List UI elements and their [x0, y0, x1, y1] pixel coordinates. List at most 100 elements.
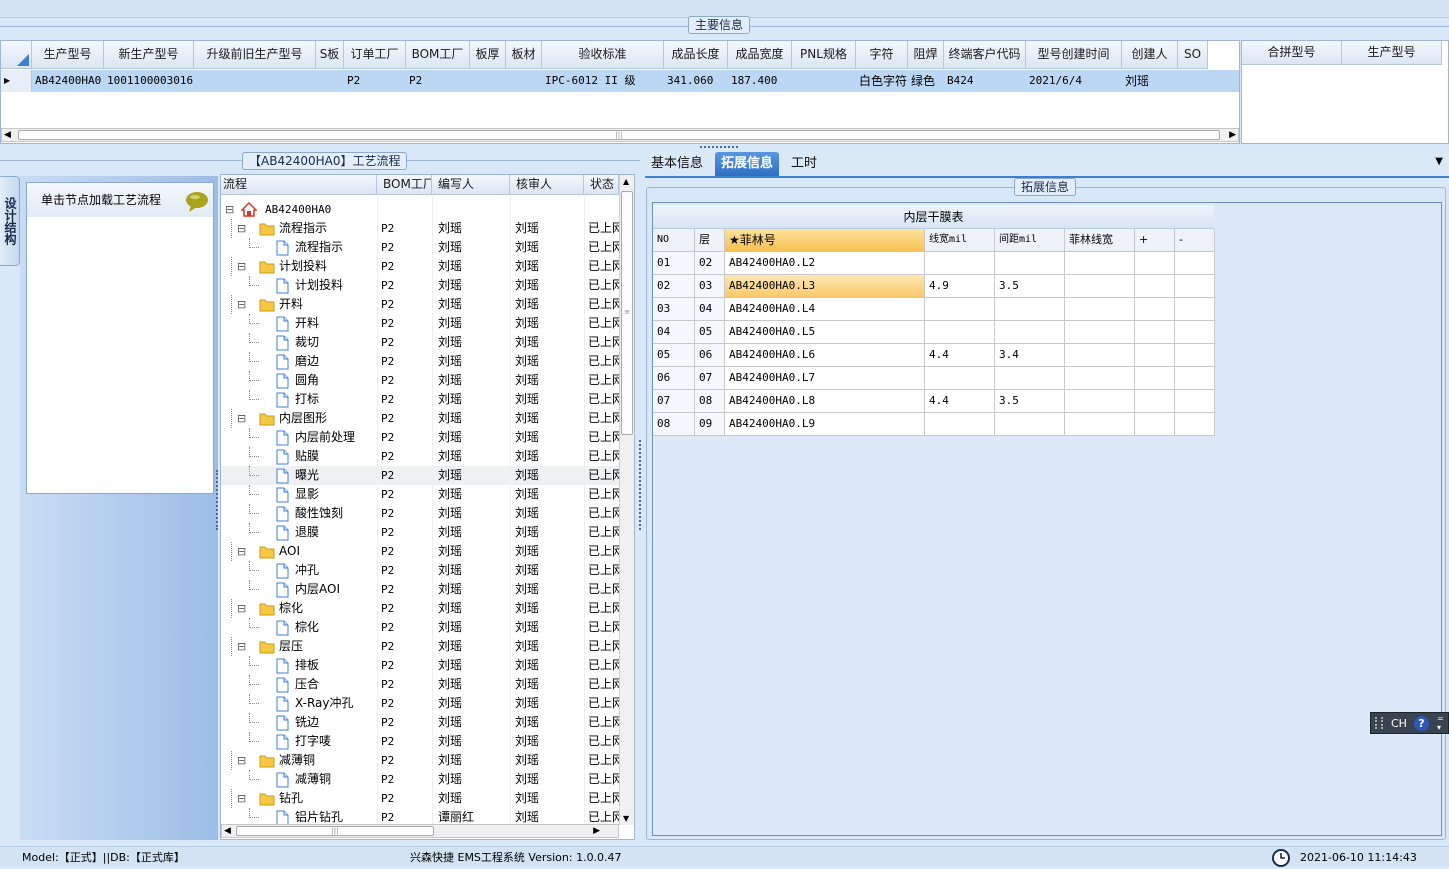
- design-structure-tab[interactable]: 设计结构: [0, 176, 20, 266]
- expand-toggle-icon[interactable]: ⊟: [237, 789, 246, 808]
- expand-toggle-icon[interactable]: ⊟: [237, 219, 246, 238]
- ext-cell[interactable]: [995, 367, 1065, 390]
- ime-bar[interactable]: CH ? = ▾: [1370, 712, 1449, 734]
- ext-cell[interactable]: 03: [653, 298, 695, 321]
- tree-row[interactable]: 内层AOIP2刘瑶刘瑶已上网: [221, 580, 619, 599]
- main-col-header[interactable]: 板厚: [470, 41, 506, 69]
- tree-node-label[interactable]: 退膜: [295, 523, 377, 542]
- tree-node-label[interactable]: 钻孔: [279, 789, 377, 808]
- main-cell[interactable]: P2: [409, 71, 469, 91]
- tree-row[interactable]: 裁切P2刘瑶刘瑶已上网: [221, 333, 619, 352]
- tab-work-hours[interactable]: 工时: [785, 152, 823, 176]
- tree-row[interactable]: 酸性蚀刻P2刘瑶刘瑶已上网: [221, 504, 619, 523]
- ext-cell[interactable]: [1065, 275, 1135, 298]
- ext-cell[interactable]: 4.4: [925, 390, 995, 413]
- tree-row[interactable]: X-Ray冲孔P2刘瑶刘瑶已上网: [221, 694, 619, 713]
- main-cell[interactable]: P2: [347, 71, 405, 91]
- tab-extended-info[interactable]: 拓展信息: [715, 152, 780, 176]
- ext-cell[interactable]: [1065, 298, 1135, 321]
- expand-toggle-icon[interactable]: ⊟: [237, 409, 246, 428]
- ext-col-header[interactable]: +: [1135, 229, 1175, 252]
- main-cell[interactable]: 187.400: [731, 71, 791, 91]
- expand-toggle-icon[interactable]: ⊟: [237, 637, 246, 656]
- tree-node-label[interactable]: 圆角: [295, 371, 377, 390]
- tree-row[interactable]: 打字唛P2刘瑶刘瑶已上网: [221, 732, 619, 751]
- ext-cell[interactable]: [925, 367, 995, 390]
- ext-cell[interactable]: 06: [695, 344, 725, 367]
- main-cell[interactable]: 10011000030160: [107, 71, 193, 91]
- expand-toggle-icon[interactable]: ⊟: [237, 295, 246, 314]
- main-col-header[interactable]: 终端客户代码: [944, 41, 1026, 69]
- tree-node-label[interactable]: X-Ray冲孔: [295, 694, 377, 713]
- ext-col-header[interactable]: 菲林线宽: [1065, 229, 1135, 252]
- side-col-production-model[interactable]: 生产型号: [1342, 41, 1442, 65]
- ext-col-header[interactable]: NO: [653, 229, 695, 252]
- ext-cell[interactable]: [1065, 321, 1135, 344]
- tree-col-header[interactable]: 状态: [584, 175, 619, 195]
- tree-hscroll-thumb[interactable]: |||: [236, 826, 434, 836]
- ext-cell[interactable]: 04: [695, 298, 725, 321]
- main-cell[interactable]: [473, 71, 505, 91]
- tree-row[interactable]: 棕化P2刘瑶刘瑶已上网: [221, 618, 619, 637]
- main-cell[interactable]: AB42400HA0: [35, 71, 103, 91]
- ext-cell[interactable]: AB42400HA0.L2: [725, 252, 925, 275]
- ext-cell[interactable]: [1065, 367, 1135, 390]
- ext-cell[interactable]: [995, 321, 1065, 344]
- tree-row[interactable]: ⊟AOIP2刘瑶刘瑶已上网: [221, 542, 619, 561]
- ext-cell[interactable]: [1175, 344, 1215, 367]
- tree-vscroll-thumb[interactable]: ≡: [621, 191, 633, 435]
- tree-node-label[interactable]: 打字唛: [295, 732, 377, 751]
- ext-cell[interactable]: [1065, 413, 1135, 436]
- ext-cell[interactable]: 3.4: [995, 344, 1065, 367]
- ext-cell[interactable]: [1065, 252, 1135, 275]
- ext-cell[interactable]: [1175, 298, 1215, 321]
- ext-col-header[interactable]: -: [1175, 229, 1215, 252]
- tree-node-label[interactable]: 贴膜: [295, 447, 377, 466]
- tree-row[interactable]: 排板P2刘瑶刘瑶已上网: [221, 656, 619, 675]
- tree-node-label[interactable]: 冲孔: [295, 561, 377, 580]
- ext-cell[interactable]: [925, 298, 995, 321]
- tree-row[interactable]: ⊟减薄铜P2刘瑶刘瑶已上网: [221, 751, 619, 770]
- main-cell[interactable]: [509, 71, 541, 91]
- ext-cell[interactable]: AB42400HA0.L9: [725, 413, 925, 436]
- ext-cell[interactable]: [1135, 321, 1175, 344]
- ime-language-label[interactable]: CH: [1391, 713, 1407, 735]
- ext-cell[interactable]: 08: [653, 413, 695, 436]
- scroll-left-arrow-icon[interactable]: ◀: [224, 825, 231, 837]
- ext-cell[interactable]: [1175, 321, 1215, 344]
- tree-node-label[interactable]: 酸性蚀刻: [295, 504, 377, 523]
- tree-row[interactable]: 内层前处理P2刘瑶刘瑶已上网: [221, 428, 619, 447]
- tree-node-label[interactable]: 显影: [295, 485, 377, 504]
- tree-node-label[interactable]: 铣边: [295, 713, 377, 732]
- ext-cell[interactable]: [995, 413, 1065, 436]
- main-cell[interactable]: 绿色: [911, 71, 943, 91]
- tree-hscroll[interactable]: ◀ ||| ▶: [221, 824, 619, 838]
- ext-cell[interactable]: [1135, 252, 1175, 275]
- tree-node-label[interactable]: 棕化: [279, 599, 377, 618]
- expand-toggle-icon[interactable]: ⊟: [225, 200, 234, 219]
- ext-cell[interactable]: [1065, 344, 1135, 367]
- tree-row[interactable]: 开料P2刘瑶刘瑶已上网: [221, 314, 619, 333]
- tree-col-header[interactable]: BOM工厂: [377, 175, 432, 195]
- main-col-header[interactable]: 新生产型号: [104, 41, 194, 69]
- ext-cell[interactable]: [1065, 390, 1135, 413]
- main-cell[interactable]: [197, 71, 315, 91]
- tree-node-label[interactable]: 棕化: [295, 618, 377, 637]
- hint-box[interactable]: 单击节点加载工艺流程: [26, 182, 214, 494]
- left-splitter-grip-icon[interactable]: [216, 470, 219, 530]
- tab-basic-info[interactable]: 基本信息: [645, 152, 709, 176]
- main-cell[interactable]: B424: [947, 71, 1025, 91]
- ext-cell[interactable]: 01: [653, 252, 695, 275]
- tree-row[interactable]: 铝片钻孔P2谭丽红刘瑶已上网: [221, 808, 619, 824]
- tree-node-label[interactable]: 流程指示: [295, 238, 377, 257]
- tree-col-header[interactable]: 流程: [221, 175, 377, 195]
- tree-node-label[interactable]: 减薄铜: [279, 751, 377, 770]
- ext-col-header[interactable]: 间距mil: [995, 229, 1065, 252]
- tree-row[interactable]: 流程指示P2刘瑶刘瑶已上网: [221, 238, 619, 257]
- tree-row[interactable]: 显影P2刘瑶刘瑶已上网: [221, 485, 619, 504]
- tree-row[interactable]: 冲孔P2刘瑶刘瑶已上网: [221, 561, 619, 580]
- tree-row[interactable]: ⊟开料P2刘瑶刘瑶已上网: [221, 295, 619, 314]
- tree-node-label[interactable]: 内层前处理: [295, 428, 377, 447]
- ext-cell[interactable]: [1135, 344, 1175, 367]
- tree-row[interactable]: 铣边P2刘瑶刘瑶已上网: [221, 713, 619, 732]
